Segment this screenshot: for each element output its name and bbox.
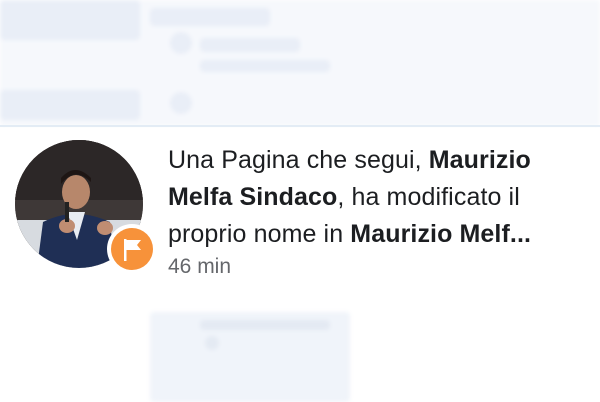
badge bbox=[107, 224, 157, 274]
timestamp: 46 min bbox=[168, 255, 232, 278]
flag-icon bbox=[124, 239, 141, 261]
divider bbox=[0, 125, 600, 127]
background-bottom bbox=[0, 300, 600, 402]
notification-item[interactable]: Una Pagina che segui, Maurizio Melfa Sin… bbox=[0, 128, 600, 298]
avatar-container bbox=[15, 140, 157, 274]
notification-text: Una Pagina che segui, Maurizio Melfa Sin… bbox=[168, 142, 593, 253]
text-prefix: Una Pagina che segui, bbox=[168, 146, 429, 174]
flag-badge bbox=[111, 228, 153, 270]
background-top bbox=[0, 0, 600, 126]
page-new-name: Maurizio Melf... bbox=[350, 220, 532, 248]
